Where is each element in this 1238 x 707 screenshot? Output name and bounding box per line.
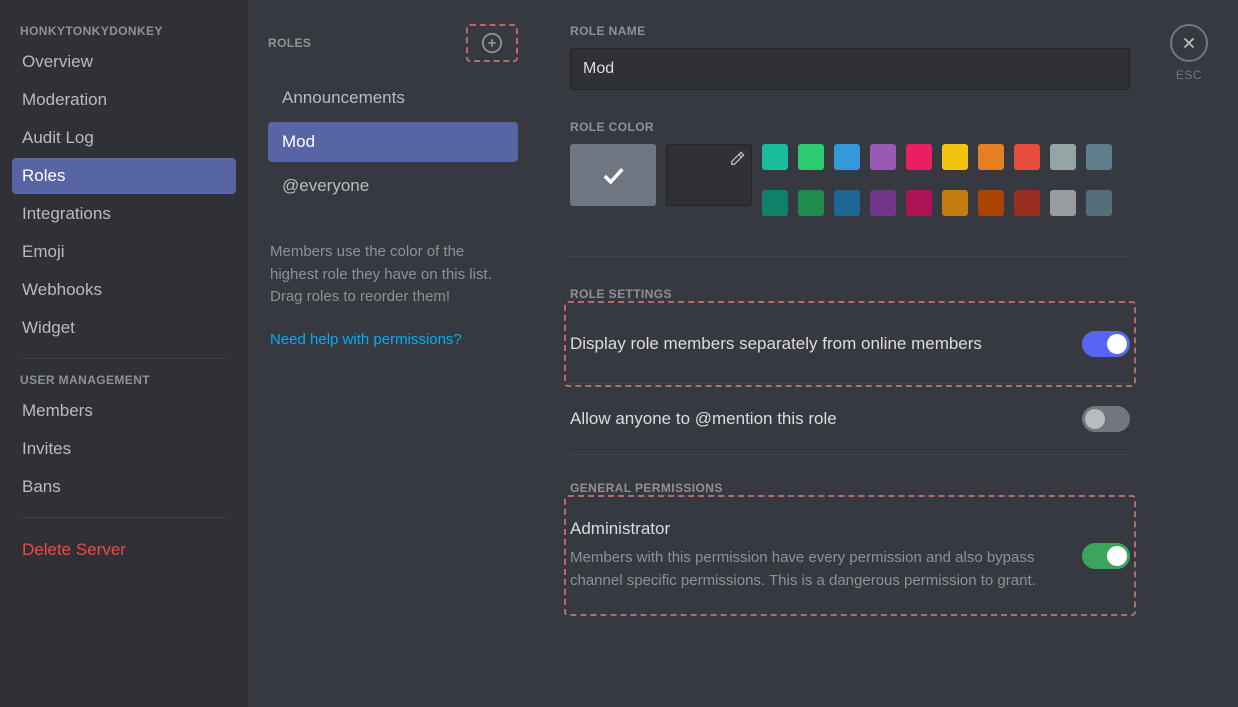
color-swatch[interactable]	[870, 144, 896, 170]
color-swatch[interactable]	[762, 144, 788, 170]
color-swatch[interactable]	[798, 144, 824, 170]
color-swatch[interactable]	[762, 190, 788, 216]
check-icon	[599, 161, 627, 189]
color-swatch[interactable]	[1086, 190, 1112, 216]
color-custom-swatch[interactable]	[666, 144, 752, 206]
nav-members[interactable]: Members	[12, 393, 236, 429]
role-item-announcements[interactable]: Announcements	[268, 78, 518, 118]
plus-circle-icon	[481, 32, 503, 54]
close-icon	[1180, 34, 1198, 52]
sidebar-separator-2	[20, 517, 228, 518]
color-swatch[interactable]	[834, 190, 860, 216]
nav-invites[interactable]: Invites	[12, 431, 236, 467]
role-color-section: ROLE COLOR	[570, 120, 1200, 226]
nav-emoji[interactable]: Emoji	[12, 234, 236, 270]
permissions-help-link[interactable]: Need help with permissions?	[268, 331, 518, 348]
server-name-header: HONKYTONKYDONKEY	[12, 24, 236, 44]
tutorial-highlight	[564, 495, 1136, 616]
user-management-header: USER MANAGEMENT	[12, 373, 236, 393]
role-settings-header: ROLE SETTINGS	[570, 287, 1200, 301]
color-swatch[interactable]	[906, 190, 932, 216]
color-swatch[interactable]	[1050, 144, 1076, 170]
panel-divider	[570, 256, 1130, 257]
color-swatch[interactable]	[978, 144, 1004, 170]
color-swatch[interactable]	[1086, 144, 1112, 170]
eyedropper-icon	[729, 151, 745, 167]
sidebar-separator	[20, 358, 228, 359]
close-button[interactable]	[1170, 24, 1208, 62]
setting-display-separately: Display role members separately from onl…	[570, 305, 1130, 383]
general-permissions-header: GENERAL PERMISSIONS	[570, 481, 1200, 495]
color-default-swatch[interactable]	[570, 144, 656, 206]
color-palette	[762, 144, 1112, 226]
role-color-label: ROLE COLOR	[570, 120, 1200, 134]
toggle-allow-mention[interactable]	[1082, 406, 1130, 432]
close-area: ESC	[1170, 24, 1208, 82]
nav-widget[interactable]: Widget	[12, 310, 236, 346]
role-name-section: ROLE NAME	[570, 24, 1200, 90]
role-edit-panel: ESC ROLE NAME ROLE COLOR ROLE SETTINGS	[538, 0, 1238, 707]
color-swatch[interactable]	[906, 144, 932, 170]
nav-audit-log[interactable]: Audit Log	[12, 120, 236, 156]
tutorial-highlight	[564, 301, 1136, 387]
role-item-mod[interactable]: Mod	[268, 122, 518, 162]
color-swatch[interactable]	[834, 144, 860, 170]
color-swatch[interactable]	[978, 190, 1004, 216]
role-name-input[interactable]	[570, 48, 1130, 90]
color-swatch[interactable]	[942, 190, 968, 216]
roles-header-label: ROLES	[268, 36, 311, 50]
roles-separator	[272, 222, 514, 223]
nav-moderation[interactable]: Moderation	[12, 82, 236, 118]
role-item-everyone[interactable]: @everyone	[268, 166, 518, 206]
esc-label: ESC	[1176, 68, 1202, 82]
roles-list-column: ROLES Announcements Mod @everyone Member…	[248, 0, 538, 707]
color-swatch[interactable]	[1050, 190, 1076, 216]
nav-roles[interactable]: Roles	[12, 158, 236, 194]
setting-mention-label: Allow anyone to @mention this role	[570, 409, 1066, 429]
role-name-label: ROLE NAME	[570, 24, 1200, 38]
roles-hint-text: Members use the color of the highest rol…	[268, 241, 518, 309]
setting-allow-mention: Allow anyone to @mention this role	[570, 384, 1130, 454]
color-swatch[interactable]	[1014, 190, 1040, 216]
nav-overview[interactable]: Overview	[12, 44, 236, 80]
nav-webhooks[interactable]: Webhooks	[12, 272, 236, 308]
permission-administrator: Administrator Members with this permissi…	[570, 499, 1130, 612]
color-swatch[interactable]	[870, 190, 896, 216]
settings-sidebar: HONKYTONKYDONKEY Overview Moderation Aud…	[0, 0, 248, 707]
color-swatch[interactable]	[798, 190, 824, 216]
delete-server-button[interactable]: Delete Server	[12, 532, 236, 568]
nav-bans[interactable]: Bans	[12, 469, 236, 505]
add-role-button[interactable]	[466, 24, 518, 62]
nav-integrations[interactable]: Integrations	[12, 196, 236, 232]
color-swatch[interactable]	[942, 144, 968, 170]
color-swatch[interactable]	[1014, 144, 1040, 170]
